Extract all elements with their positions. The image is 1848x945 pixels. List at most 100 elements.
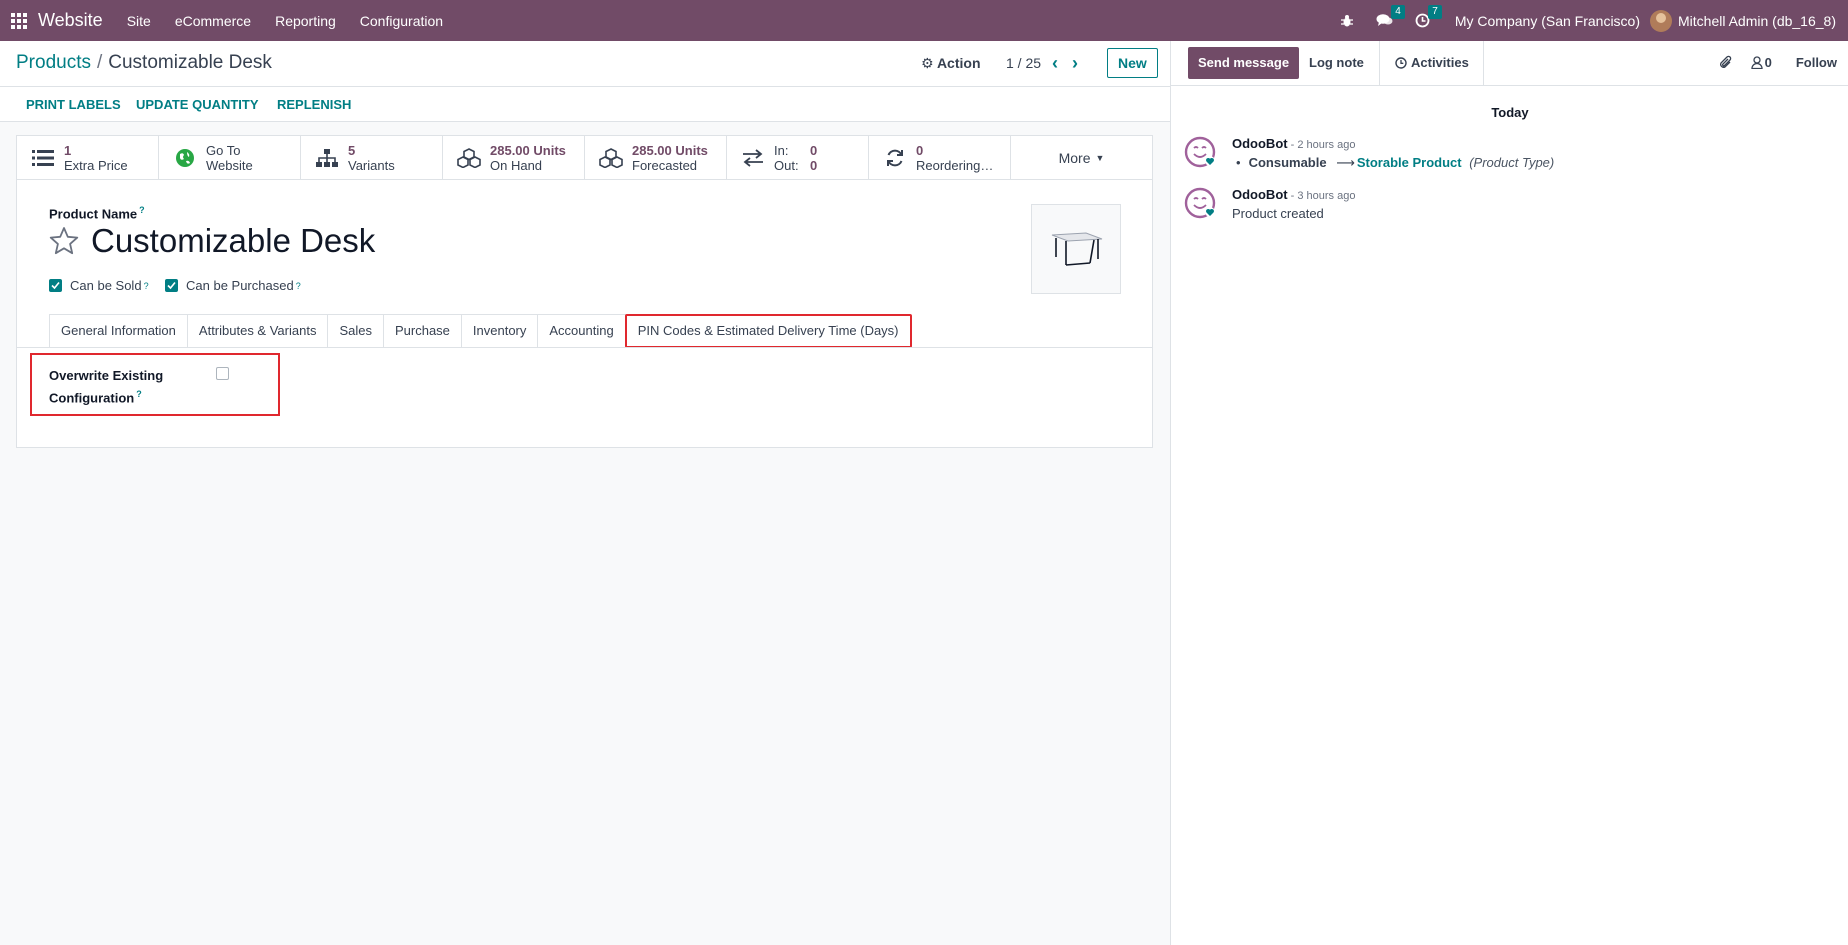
date-separator: Today — [1491, 105, 1529, 120]
menu-site[interactable]: Site — [115, 13, 163, 29]
user-avatar[interactable] — [1650, 9, 1673, 32]
new-button[interactable]: New — [1107, 48, 1158, 78]
menu-reporting[interactable]: Reporting — [263, 13, 348, 29]
control-panel: Products / Customizable Desk ⚙ Action 1 / … — [0, 41, 1170, 87]
can-be-purchased-field: Can be Purchased? — [165, 278, 301, 293]
message-time: - 2 hours ago — [1287, 139, 1356, 151]
can-be-sold-label: Can be Sold — [70, 278, 142, 293]
messages-count-badge: 4 — [1391, 5, 1405, 19]
form-sheet: 1 Extra Price Go To Website 5 Variants 285.… — [16, 135, 1153, 448]
menu-configuration[interactable]: Configuration — [348, 13, 455, 29]
can-be-sold-field: Can be Sold? — [49, 278, 149, 293]
messages-icon[interactable]: 4 — [1376, 5, 1405, 28]
favorite-star-icon[interactable] — [49, 226, 79, 259]
pager-previous-icon[interactable]: ‹ — [1052, 53, 1072, 73]
website-line2: Website — [206, 158, 253, 173]
can-be-purchased-label: Can be Purchased — [186, 278, 294, 293]
user-menu[interactable]: Mitchell Admin (db_16_8) — [1678, 13, 1836, 29]
user-icon — [1750, 56, 1763, 69]
old-value: Consumable — [1248, 155, 1327, 170]
pager-next-icon[interactable]: › — [1072, 53, 1092, 73]
tab-inventory[interactable]: Inventory — [460, 314, 539, 348]
odoobot-avatar[interactable] — [1184, 187, 1216, 219]
paperclip-icon[interactable] — [1719, 55, 1733, 70]
sitemap-icon — [315, 146, 339, 170]
list-icon — [31, 146, 55, 170]
apps-menu-icon[interactable] — [0, 0, 38, 41]
follow-button[interactable]: Follow — [1796, 55, 1837, 70]
gear-icon: ⚙ — [921, 55, 934, 71]
message-author[interactable]: OdooBot — [1232, 136, 1288, 151]
in-out-smart-button[interactable]: In: 0 Out: 0 — [727, 136, 869, 180]
help-tooltip-icon[interactable]: ? — [136, 389, 142, 399]
odoobot-avatar[interactable] — [1184, 136, 1216, 168]
exchange-arrows-icon — [741, 146, 765, 170]
activities-count-badge: 7 — [1428, 5, 1442, 19]
followers-button[interactable]: 0 — [1750, 55, 1772, 70]
message-author[interactable]: OdooBot — [1232, 187, 1288, 202]
caret-down-icon: ▼ — [1095, 153, 1105, 163]
activities-clock-icon[interactable]: 7 — [1415, 5, 1442, 28]
notebook-tabs: General Information Attributes & Variant… — [49, 314, 912, 348]
more-smart-buttons[interactable]: More ▼ — [1011, 136, 1152, 180]
breadcrumb-products-link[interactable]: Products — [16, 52, 91, 73]
product-name-label: Product Name? — [49, 205, 145, 222]
activities-button[interactable]: Activities — [1395, 55, 1469, 70]
breadcrumb-current: Customizable Desk — [108, 52, 272, 73]
extra-price-value: 1 — [64, 143, 72, 158]
update-quantity-button[interactable]: UPDATE QUANTITY — [136, 97, 259, 112]
send-message-button[interactable]: Send message — [1188, 47, 1300, 79]
tab-attributes-variants[interactable]: Attributes & Variants — [186, 314, 329, 348]
tab-accounting[interactable]: Accounting — [537, 314, 626, 348]
product-name-field[interactable]: Customizable Desk — [91, 222, 375, 260]
reordering-value: 0 — [916, 143, 924, 158]
globe-icon — [173, 146, 197, 170]
variants-smart-button[interactable]: 5 Variants — [301, 136, 443, 180]
reordering-smart-button[interactable]: 0 Reordering… — [869, 136, 1011, 180]
app-name[interactable]: Website — [38, 10, 103, 31]
divider — [1379, 41, 1380, 86]
action-menu-button[interactable]: ⚙ Action — [921, 55, 981, 72]
form-statusbar: PRINT LABELS UPDATE QUANTITY REPLENISH — [0, 87, 1170, 122]
breadcrumb-separator: / — [96, 52, 103, 73]
debug-bug-icon[interactable] — [1340, 14, 1354, 28]
out-label: Out: — [774, 158, 799, 173]
forecasted-label: Forecasted — [632, 158, 698, 173]
help-tooltip-icon[interactable]: ? — [139, 205, 145, 215]
cubes-icon — [599, 146, 623, 170]
on-hand-smart-button[interactable]: 285.00 Units On Hand — [443, 136, 585, 180]
overwrite-existing-configuration-checkbox[interactable] — [216, 367, 229, 380]
print-labels-button[interactable]: PRINT LABELS — [26, 97, 121, 112]
help-tooltip-icon[interactable]: ? — [144, 281, 149, 291]
product-image[interactable] — [1031, 204, 1121, 294]
tab-sales[interactable]: Sales — [327, 314, 384, 348]
tab-purchase[interactable]: Purchase — [382, 314, 462, 348]
tab-general-information[interactable]: General Information — [49, 314, 188, 348]
company-switcher[interactable]: My Company (San Francisco) — [1455, 13, 1640, 29]
can-be-purchased-checkbox[interactable] — [165, 279, 178, 292]
chatter-topbar: Send message Log note Activities 0 Follo… — [1171, 41, 1848, 86]
forecasted-smart-button[interactable]: 285.00 Units Forecasted — [585, 136, 727, 180]
extra-price-smart-button[interactable]: 1 Extra Price — [17, 136, 159, 180]
extra-price-label: Extra Price — [64, 158, 128, 173]
divider — [1483, 41, 1484, 86]
new-value: Storable Product — [1356, 155, 1462, 170]
replenish-button[interactable]: REPLENISH — [277, 97, 351, 112]
log-note-button[interactable]: Log note — [1309, 55, 1364, 70]
chatter-panel: Send message Log note Activities 0 Follo… — [1170, 41, 1848, 945]
tabs-divider — [17, 347, 1152, 348]
menu-ecommerce[interactable]: eCommerce — [163, 13, 263, 29]
variants-label: Variants — [348, 158, 395, 173]
tab-pin-codes-delivery-time[interactable]: PIN Codes & Estimated Delivery Time (Day… — [624, 314, 912, 348]
bullet: • — [1236, 155, 1241, 170]
action-label: Action — [936, 55, 981, 71]
pager-value[interactable]: 1 / 25 — [1006, 55, 1041, 71]
activities-label: Activities — [1411, 55, 1469, 70]
breadcrumb: Products / Customizable Desk — [16, 52, 272, 74]
go-to-website-smart-button[interactable]: Go To Website — [159, 136, 301, 180]
cubes-icon — [457, 146, 481, 170]
forecasted-value: 285.00 Units — [632, 143, 708, 158]
in-value: 0 — [810, 143, 818, 158]
help-tooltip-icon[interactable]: ? — [296, 281, 301, 291]
can-be-sold-checkbox[interactable] — [49, 279, 62, 292]
